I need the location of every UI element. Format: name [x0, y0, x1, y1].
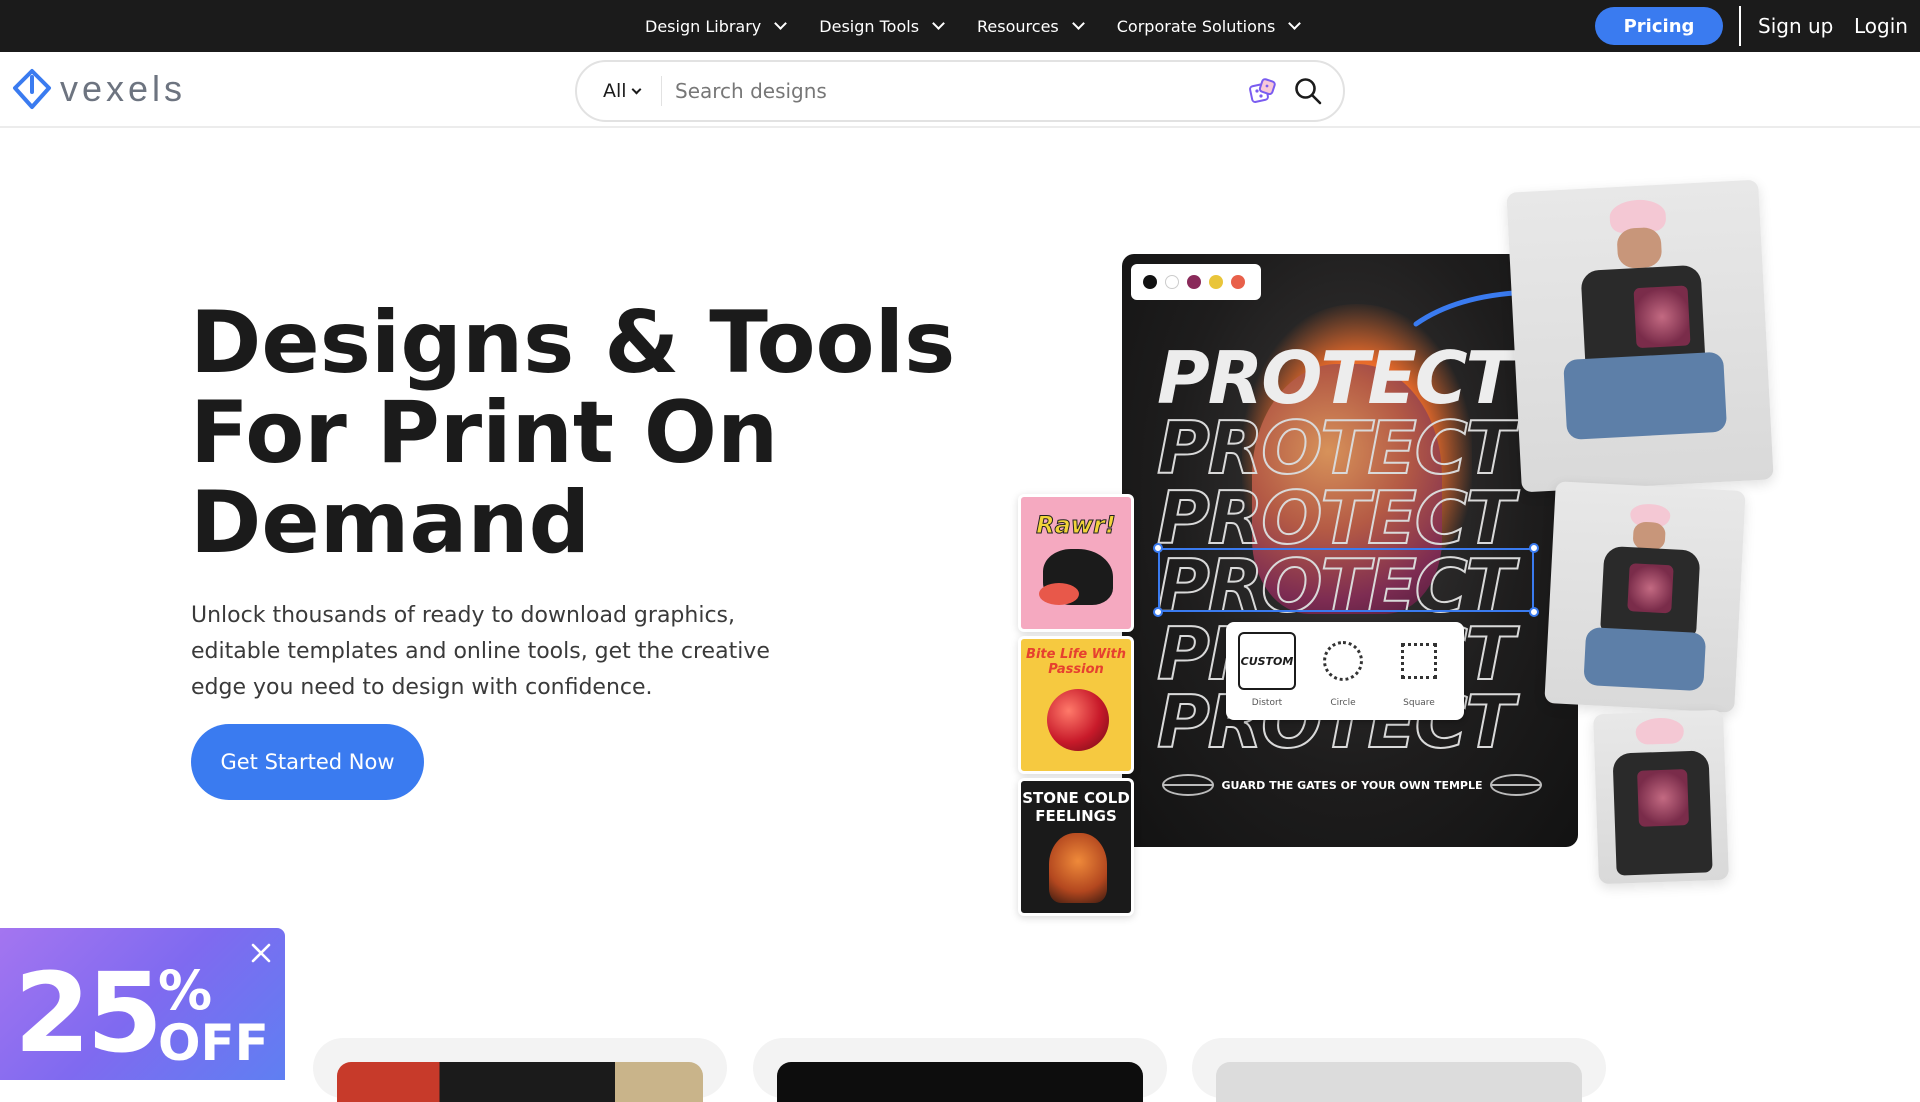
tool-circle[interactable]: Circle [1312, 632, 1374, 708]
photo-graphic [1635, 717, 1685, 745]
promo-banner[interactable]: 25 % OFF [0, 928, 285, 1080]
nav-label: Design Tools [819, 16, 920, 36]
thumb-graphic [1049, 833, 1107, 903]
resize-handle[interactable] [1153, 543, 1163, 553]
divider [1739, 6, 1741, 46]
login-link[interactable]: Login [1854, 0, 1908, 52]
vexels-logo-icon [13, 69, 51, 109]
logo[interactable]: vexels [12, 68, 186, 110]
globe-icon [1162, 774, 1214, 796]
nav-design-tools[interactable]: Design Tools [819, 16, 945, 36]
poster-caption-row: GUARD THE GATES OF YOUR OWN TEMPLE [1162, 774, 1542, 796]
nav-resources[interactable]: Resources [977, 16, 1085, 36]
nav-label: Design Library [645, 16, 762, 36]
feature-card[interactable] [1192, 1038, 1606, 1102]
hero-title-line2-bold: Print On [376, 383, 779, 483]
tool-label: Distort [1251, 698, 1283, 708]
resize-handle[interactable] [1153, 607, 1163, 617]
photo-graphic [1616, 226, 1663, 270]
random-dice-icon[interactable] [1247, 76, 1279, 108]
tool-square[interactable]: Square [1388, 632, 1450, 708]
nav-design-library[interactable]: Design Library [645, 16, 788, 36]
thumb-title: Bite Life With Passion [1026, 647, 1126, 677]
search-category-select[interactable]: All [603, 62, 642, 120]
tshirt-photo[interactable] [1593, 709, 1729, 885]
pricing-button[interactable]: Pricing [1595, 7, 1723, 45]
chevron-down-icon [932, 17, 945, 30]
nav-label: Resources [977, 16, 1059, 36]
logo-text: vexels [60, 68, 187, 109]
tshirt-photo[interactable] [1506, 179, 1774, 493]
globe-icon [1490, 774, 1542, 796]
hero-title-line3: Demand [190, 473, 591, 573]
hero-subtitle: Unlock thousands of ready to download gr… [191, 603, 770, 700]
top-nav: Design Library Design Tools Resources Co… [645, 0, 1302, 52]
hero-title-line2-regular: For [190, 383, 347, 483]
chevron-down-icon [1288, 17, 1302, 30]
tool-preview [1390, 632, 1448, 690]
design-thumb[interactable]: Rawr! [1018, 494, 1134, 632]
nav-corporate-solutions[interactable]: Corporate Solutions [1116, 16, 1302, 36]
hero-title-line1: Designs & Tools [190, 293, 956, 393]
photo-graphic [1627, 563, 1674, 614]
search-bar: All [575, 60, 1345, 122]
circle-text-icon [1323, 641, 1363, 681]
thumb-title: STONE COLD FEELINGS [1022, 789, 1130, 825]
color-swatches [1131, 264, 1261, 300]
divider [661, 76, 662, 106]
promo-off: OFF [158, 1014, 269, 1072]
color-swatch[interactable] [1209, 275, 1223, 289]
thumb-graphic [1047, 689, 1109, 751]
tool-label: Square [1403, 698, 1435, 708]
resize-handle[interactable] [1529, 543, 1539, 553]
photo-graphic [1563, 351, 1728, 440]
card-image [1216, 1062, 1582, 1102]
signup-link[interactable]: Sign up [1758, 0, 1833, 52]
search-input[interactable] [675, 72, 1215, 110]
resize-handle[interactable] [1529, 607, 1539, 617]
thumb-graphic [1039, 583, 1079, 605]
header: vexels All [0, 52, 1920, 128]
promo-percent: % [158, 959, 213, 1022]
color-swatch[interactable] [1231, 275, 1245, 289]
photo-graphic [1633, 285, 1691, 349]
feature-card[interactable] [313, 1038, 727, 1102]
tshirt-photo[interactable] [1544, 481, 1746, 713]
hero-title: Designs & Tools For Print On Demand [190, 298, 955, 568]
tool-label: Circle [1330, 698, 1356, 708]
photo-graphic [1583, 626, 1707, 692]
get-started-button[interactable]: Get Started Now [191, 724, 424, 800]
text-selection-box[interactable] [1153, 543, 1539, 617]
color-swatch[interactable] [1165, 275, 1179, 289]
photo-graphic [1632, 521, 1666, 551]
chevron-down-icon [1071, 17, 1085, 30]
square-text-icon [1401, 643, 1437, 679]
nav-label: Corporate Solutions [1116, 16, 1276, 36]
thumb-title: Rawr! [1036, 511, 1117, 540]
promo-number: 25 [14, 949, 163, 1077]
photo-graphic [1637, 769, 1689, 827]
tool-sample: CUSTOM [1240, 654, 1294, 668]
card-image [777, 1062, 1143, 1102]
chevron-down-icon [631, 84, 642, 94]
design-thumb[interactable]: Bite Life With Passion [1018, 636, 1134, 774]
color-swatch[interactable] [1187, 275, 1201, 289]
chevron-down-icon [774, 17, 788, 30]
text-effects-panel: CUSTOM Distort Circle Square [1226, 622, 1464, 720]
tool-preview: CUSTOM [1238, 632, 1296, 690]
feature-card[interactable] [753, 1038, 1167, 1102]
search-category-value: All [603, 80, 627, 102]
poster-caption: GUARD THE GATES OF YOUR OWN TEMPLE [1221, 778, 1483, 792]
close-icon[interactable] [248, 940, 274, 966]
tool-preview [1314, 632, 1372, 690]
color-swatch[interactable] [1143, 275, 1157, 289]
tool-distort[interactable]: CUSTOM Distort [1236, 632, 1298, 708]
top-bar: Design Library Design Tools Resources Co… [0, 0, 1920, 52]
search-icon[interactable] [1293, 76, 1323, 106]
design-thumb[interactable]: STONE COLD FEELINGS [1018, 778, 1134, 916]
card-image [337, 1062, 703, 1102]
